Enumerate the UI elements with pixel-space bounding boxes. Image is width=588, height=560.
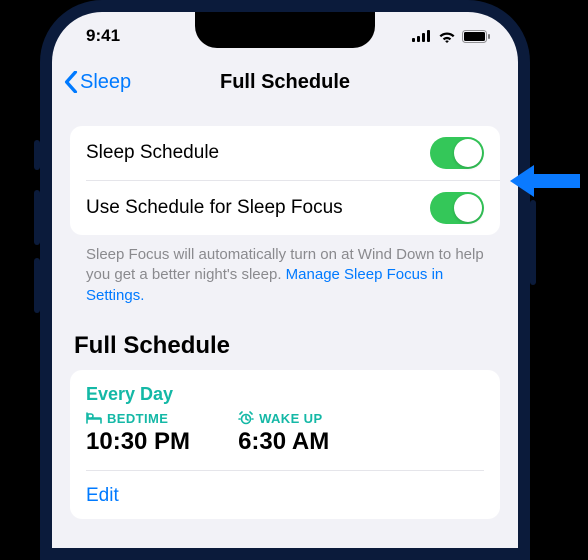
status-time: 9:41 bbox=[86, 26, 120, 46]
back-button[interactable]: Sleep bbox=[64, 71, 131, 94]
toggle-group: Sleep Schedule Use Schedule for Sleep Fo… bbox=[70, 126, 500, 235]
bedtime-label: BEDTIME bbox=[107, 411, 168, 426]
callout-arrow-icon bbox=[510, 162, 580, 200]
phone-frame: 9:41 Sleep Full Schedule Sleep Schedule bbox=[40, 0, 530, 560]
power-button bbox=[530, 200, 536, 285]
cellular-icon bbox=[412, 30, 432, 42]
wifi-icon bbox=[438, 30, 456, 43]
bed-icon bbox=[86, 412, 102, 424]
page-title: Full Schedule bbox=[220, 71, 350, 94]
battery-icon bbox=[462, 30, 490, 43]
wake-label: WAKE UP bbox=[259, 411, 322, 426]
use-for-focus-toggle[interactable] bbox=[430, 192, 484, 224]
back-label: Sleep bbox=[80, 71, 131, 94]
use-for-focus-row: Use Schedule for Sleep Focus bbox=[86, 180, 500, 235]
bedtime-label-row: BEDTIME bbox=[86, 411, 190, 426]
chevron-left-icon bbox=[64, 71, 78, 93]
sleep-schedule-toggle[interactable] bbox=[430, 137, 484, 169]
schedule-card: Every Day BEDTIME 10:30 PM WAKE UP bbox=[70, 370, 500, 519]
sleep-schedule-row: Sleep Schedule bbox=[70, 126, 500, 180]
edit-button[interactable]: Edit bbox=[86, 470, 484, 507]
status-icons bbox=[412, 30, 490, 43]
section-title: Full Schedule bbox=[70, 306, 500, 370]
content: Sleep Schedule Use Schedule for Sleep Fo… bbox=[52, 104, 518, 519]
wake-col: WAKE UP 6:30 AM bbox=[238, 411, 329, 456]
sleep-schedule-label: Sleep Schedule bbox=[86, 142, 219, 164]
alarm-icon bbox=[238, 411, 254, 425]
schedule-frequency: Every Day bbox=[86, 384, 484, 405]
footer-text: Sleep Focus will automatically turn on a… bbox=[70, 235, 500, 306]
use-for-focus-label: Use Schedule for Sleep Focus bbox=[86, 197, 343, 219]
bedtime-col: BEDTIME 10:30 PM bbox=[86, 411, 190, 456]
schedule-times: BEDTIME 10:30 PM WAKE UP 6:30 AM bbox=[86, 411, 484, 456]
wake-label-row: WAKE UP bbox=[238, 411, 329, 426]
notch bbox=[195, 12, 375, 48]
phone-screen: 9:41 Sleep Full Schedule Sleep Schedule bbox=[52, 12, 518, 548]
bedtime-value: 10:30 PM bbox=[86, 428, 190, 456]
wake-value: 6:30 AM bbox=[238, 428, 329, 456]
nav-bar: Sleep Full Schedule bbox=[52, 60, 518, 104]
